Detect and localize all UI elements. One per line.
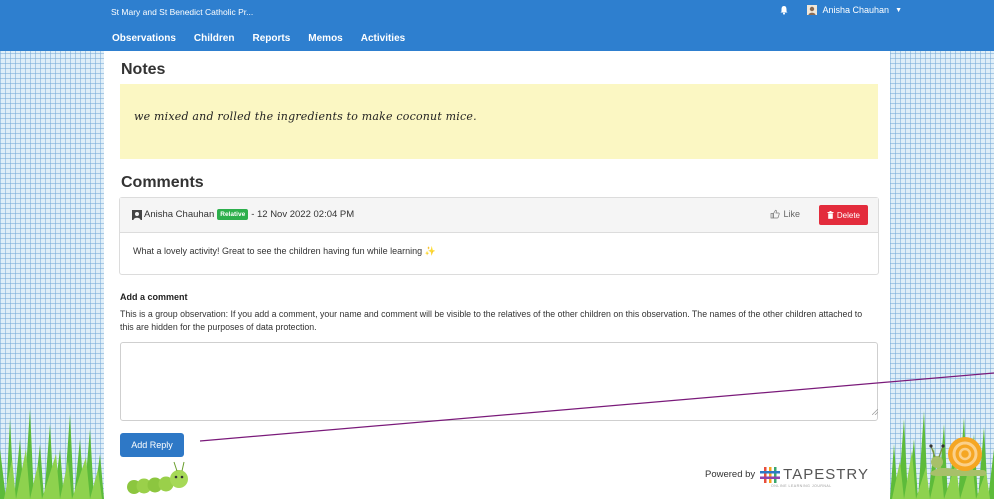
school-name[interactable]: St Mary and St Benedict Catholic Pr... — [111, 7, 253, 17]
delete-label: Delete — [836, 210, 860, 220]
main-nav: Observations Children Reports Memos Acti… — [112, 33, 423, 44]
comments-heading: Comments — [121, 174, 204, 191]
notes-text: we mixed and rolled the ingredients to m… — [134, 110, 477, 123]
sparkle-icon: ✨ — [424, 246, 436, 256]
observation-panel: Notes we mixed and rolled the ingredient… — [104, 51, 890, 499]
relative-badge: Relative — [217, 209, 249, 220]
tapestry-brand: TAPESTRY — [783, 466, 869, 483]
comment-timestamp: - 12 Nov 2022 02:04 PM — [251, 209, 355, 220]
tapestry-tagline: ONLINE LEARNING JOURNAL — [771, 484, 832, 488]
grass-decoration-left — [0, 409, 104, 499]
add-reply-button[interactable]: Add Reply — [120, 433, 184, 457]
like-label: Like — [783, 209, 800, 219]
add-comment-label: Add a comment — [120, 292, 188, 302]
nav-observations[interactable]: Observations — [112, 33, 176, 44]
caterpillar-illustration — [127, 461, 188, 494]
top-navbar: St Mary and St Benedict Catholic Pr... O… — [0, 0, 994, 51]
nav-memos[interactable]: Memos — [308, 33, 342, 44]
user-menu[interactable]: Anisha Chauhan ▼ — [779, 5, 902, 15]
comment-textarea[interactable] — [120, 342, 878, 421]
bell-icon[interactable] — [779, 5, 789, 15]
chevron-down-icon[interactable]: ▼ — [895, 7, 902, 14]
nav-children[interactable]: Children — [194, 33, 235, 44]
powered-by: Powered by TAPESTRY ONLINE LEARNING JOUR… — [705, 466, 869, 488]
tapestry-hash-icon — [760, 466, 781, 483]
delete-button[interactable]: Delete — [818, 205, 868, 225]
comment-author-name: Anisha Chauhan — [144, 209, 215, 220]
thumbs-up-icon — [771, 209, 781, 219]
group-observation-notice: This is a group observation: If you add … — [120, 309, 863, 332]
user-name[interactable]: Anisha Chauhan — [823, 5, 890, 15]
comment-card: Anisha Chauhan Relative - 12 Nov 2022 02… — [119, 197, 879, 275]
tapestry-logo[interactable]: TAPESTRY ONLINE LEARNING JOURNAL — [760, 466, 869, 488]
snail-illustration — [929, 437, 986, 476]
notes-heading: Notes — [121, 61, 166, 78]
resize-handle-icon[interactable] — [872, 409, 878, 415]
comment-text: What a lovely activity! Great to see the… — [133, 246, 423, 256]
notes-box: we mixed and rolled the ingredients to m… — [120, 84, 878, 159]
comment-author: Anisha Chauhan Relative - 12 Nov 2022 02… — [132, 209, 354, 220]
like-button[interactable]: Like — [770, 209, 800, 219]
trash-icon — [827, 211, 834, 219]
nav-activities[interactable]: Activities — [361, 33, 405, 44]
comment-body: What a lovely activity! Great to see the… — [133, 246, 436, 257]
person-icon — [132, 209, 142, 220]
powered-by-label: Powered by — [705, 469, 756, 480]
comment-header: Anisha Chauhan Relative - 12 Nov 2022 02… — [120, 198, 878, 233]
nav-reports[interactable]: Reports — [252, 33, 290, 44]
user-avatar-icon — [806, 5, 817, 15]
